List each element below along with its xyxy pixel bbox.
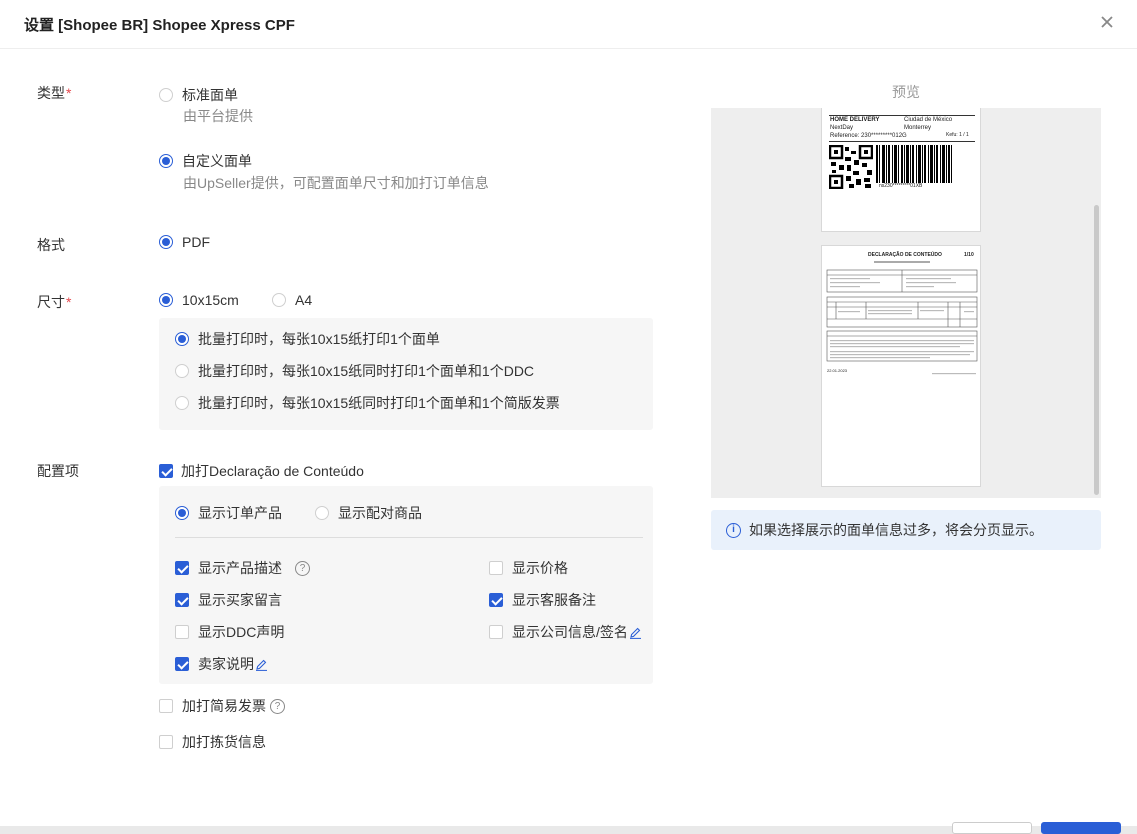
format-option-pdf[interactable]: PDF <box>159 234 210 250</box>
preview-area[interactable]: HOME DELIVERY NextDay Reference: 230****… <box>711 108 1101 498</box>
cancel-button[interactable] <box>952 822 1032 834</box>
print-mode-1-label: 批量打印时，每张10x15纸打印1个面单 <box>198 331 440 347</box>
info-icon: i <box>726 522 741 538</box>
declaration-date: 22.01.2023 <box>827 368 848 373</box>
option-service-note[interactable]: 显示客服备注 <box>489 590 596 610</box>
print-mode-3-label: 批量打印时，每张10x15纸同时打印1个面单和1个简版发票 <box>198 395 560 411</box>
label-barcode-text: ns230*********01XB <box>879 183 923 189</box>
type-option-custom[interactable]: 自定义面单 <box>159 151 252 171</box>
edit-icon[interactable] <box>629 626 642 639</box>
radio-10x15[interactable] <box>159 293 173 307</box>
option-ddc-statement[interactable]: 显示DDC声明 <box>175 622 284 642</box>
checkbox-declaration[interactable] <box>159 464 173 478</box>
type-custom-desc: 由UpSeller提供，可配置面单尺寸和加打订单信息 <box>183 175 489 191</box>
company-info-label: 显示公司信息/签名 <box>512 624 628 640</box>
buyer-message-label: 显示买家留言 <box>198 592 282 608</box>
option-show-price[interactable]: 显示价格 <box>489 558 568 578</box>
dialog-header: 设置 [Shopee BR] Shopee Xpress CPF <box>0 0 1137 49</box>
display-order-products[interactable]: 显示订单产品 <box>175 503 282 523</box>
print-mode-2-label: 批量打印时，每张10x15纸同时打印1个面单和1个DDC <box>198 363 535 379</box>
option-company-info[interactable]: 显示公司信息/签名 <box>489 622 642 642</box>
picking-info-label: 加打拣货信息 <box>182 734 266 750</box>
label-reference: Reference: 230*********012G <box>830 133 907 139</box>
barcode-icon <box>876 145 952 183</box>
show-price-label: 显示价格 <box>512 560 568 576</box>
option-simple-invoice[interactable]: 加打简易发票? <box>159 696 285 716</box>
qr-code-icon <box>829 145 873 189</box>
preview-shipping-label: HOME DELIVERY NextDay Reference: 230****… <box>821 108 981 232</box>
edit-icon[interactable] <box>255 658 268 671</box>
checkbox-picking-info[interactable] <box>159 735 173 749</box>
confirm-button[interactable] <box>1041 822 1121 834</box>
help-icon[interactable]: ? <box>270 698 285 714</box>
declaration-table-illustration <box>826 269 978 375</box>
label-city: Ciudad de México <box>904 117 953 123</box>
option-buyer-message[interactable]: 显示买家留言 <box>175 590 282 610</box>
service-note-label: 显示客服备注 <box>512 592 596 608</box>
radio-print-mode-3[interactable] <box>175 396 189 410</box>
option-picking-info[interactable]: 加打拣货信息 <box>159 732 266 752</box>
checkbox-ddc-statement[interactable] <box>175 625 189 639</box>
type-standard-desc: 由平台提供 <box>183 108 253 124</box>
preview-declaration-page: DECLARAÇÃO DE CONTEÚDO 1/10 22.01.2023 <box>821 245 981 487</box>
display-order-products-label: 显示订单产品 <box>198 505 282 521</box>
checkbox-show-price[interactable] <box>489 561 503 575</box>
radio-display-order-products[interactable] <box>175 506 189 520</box>
dialog-title: 设置 [Shopee BR] Shopee Xpress CPF <box>24 17 295 34</box>
ddc-statement-label: 显示DDC声明 <box>198 624 285 640</box>
checkbox-product-description[interactable] <box>175 561 189 575</box>
label-kefu: Kefu: 1 / 1 <box>946 132 969 138</box>
type-label: 类型* <box>37 85 72 101</box>
size-option-10x15[interactable]: 10x15cm <box>159 292 239 308</box>
checkbox-service-note[interactable] <box>489 593 503 607</box>
format-label: 格式 <box>37 237 65 253</box>
declaration-label: 加打Declaração de Conteúdo <box>181 463 364 479</box>
option-product-description[interactable]: 显示产品描述? <box>175 558 310 578</box>
format-pdf-label: PDF <box>182 234 210 250</box>
checkbox-company-info[interactable] <box>489 625 503 639</box>
radio-custom[interactable] <box>159 154 173 168</box>
print-mode-1[interactable]: 批量打印时，每张10x15纸打印1个面单 <box>175 329 440 349</box>
size-10x15-label: 10x15cm <box>182 292 239 308</box>
config-label: 配置项 <box>37 463 79 479</box>
size-a4-label: A4 <box>295 292 313 308</box>
preview-notice-text: 如果选择展示的面单信息过多，将会分页显示。 <box>749 522 1043 538</box>
type-option-standard[interactable]: 标准面单 <box>159 85 238 105</box>
help-icon[interactable]: ? <box>295 560 310 576</box>
radio-pdf[interactable] <box>159 235 173 249</box>
preview-notice: i 如果选择展示的面单信息过多，将会分页显示。 <box>711 510 1101 550</box>
close-icon[interactable] <box>1097 12 1117 32</box>
display-paired-items[interactable]: 显示配对商品 <box>315 503 422 523</box>
panel-divider <box>175 537 643 538</box>
type-custom-label: 自定义面单 <box>182 153 252 169</box>
preview-title: 预览 <box>892 84 920 100</box>
radio-a4[interactable] <box>272 293 286 307</box>
declaration-page-number: 1/10 <box>964 252 974 258</box>
product-description-label: 显示产品描述 <box>198 560 282 576</box>
radio-print-mode-1[interactable] <box>175 332 189 346</box>
size-label: 尺寸* <box>37 294 72 310</box>
label-state: Monterrey <box>904 125 932 131</box>
print-mode-2[interactable]: 批量打印时，每张10x15纸同时打印1个面单和1个DDC <box>175 361 534 381</box>
size-option-a4[interactable]: A4 <box>272 292 312 308</box>
type-standard-label: 标准面单 <box>182 87 238 103</box>
declaration-option[interactable]: 加打Declaração de Conteúdo <box>159 461 364 481</box>
option-seller-note[interactable]: 卖家说明 <box>175 654 268 674</box>
checkbox-simple-invoice[interactable] <box>159 699 173 713</box>
radio-standard[interactable] <box>159 88 173 102</box>
label-next-day: NextDay <box>830 125 854 131</box>
radio-display-paired-items[interactable] <box>315 506 329 520</box>
display-paired-items-label: 显示配对商品 <box>338 505 422 521</box>
preview-scrollbar[interactable] <box>1094 205 1099 495</box>
label-home-delivery: HOME DELIVERY <box>830 117 880 123</box>
seller-note-label: 卖家说明 <box>198 656 254 672</box>
settings-dialog: 设置 [Shopee BR] Shopee Xpress CPF 类型* 标准面… <box>0 0 1137 834</box>
simple-invoice-label: 加打简易发票 <box>182 698 266 714</box>
declaration-title: DECLARAÇÃO DE CONTEÚDO <box>868 252 942 258</box>
radio-print-mode-2[interactable] <box>175 364 189 378</box>
checkbox-buyer-message[interactable] <box>175 593 189 607</box>
print-mode-3[interactable]: 批量打印时，每张10x15纸同时打印1个面单和1个简版发票 <box>175 393 560 413</box>
checkbox-seller-note[interactable] <box>175 657 189 671</box>
